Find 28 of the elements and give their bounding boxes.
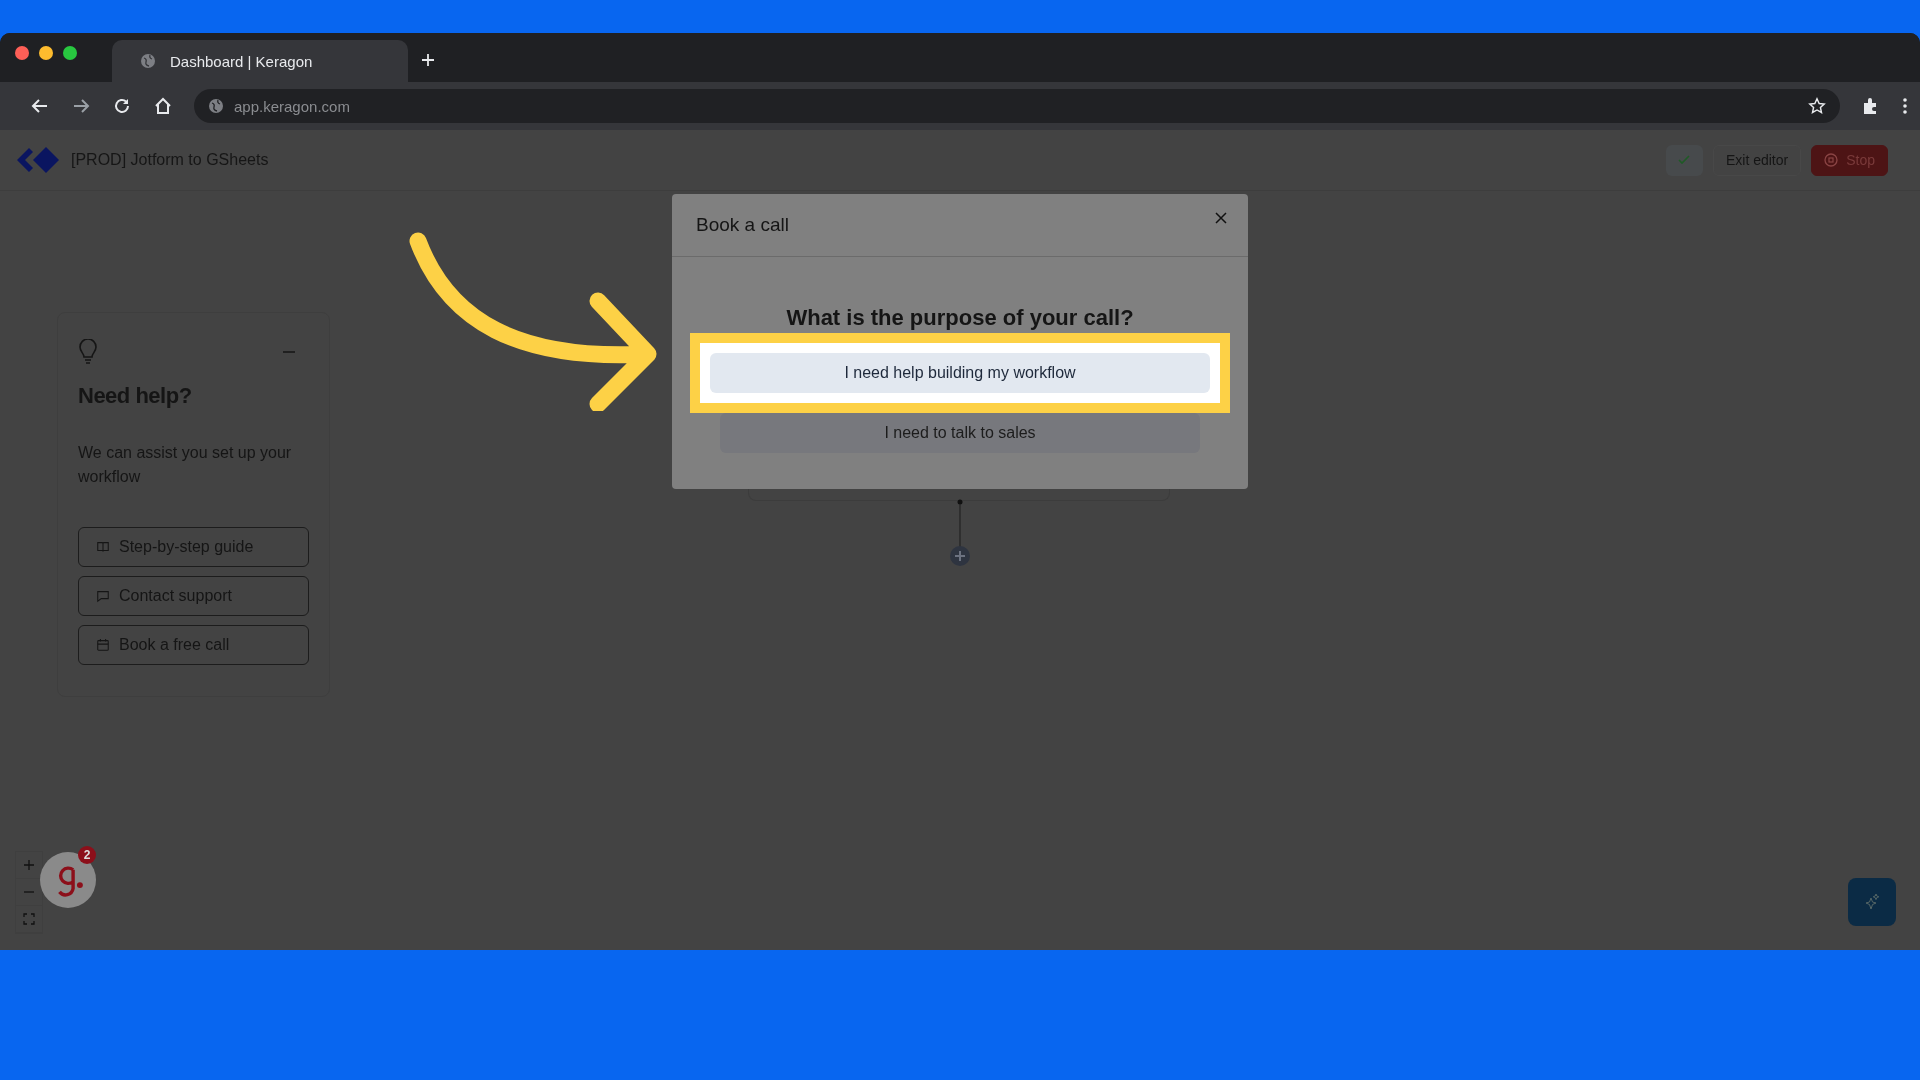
- checkmark-icon: [1677, 153, 1692, 167]
- assistant-avatar[interactable]: [40, 852, 96, 908]
- close-icon[interactable]: [1214, 211, 1228, 225]
- minimize-window-icon[interactable]: [39, 46, 53, 60]
- add-step-icon[interactable]: [950, 546, 970, 566]
- chat-bubble-icon: [96, 589, 110, 603]
- globe-icon: [208, 98, 224, 114]
- tab-title: Dashboard | Keragon: [170, 52, 313, 70]
- globe-icon: [140, 53, 156, 69]
- option-button[interactable]: I need help building my workflow: [710, 353, 1210, 393]
- stop-icon: [1824, 153, 1839, 167]
- new-tab-icon[interactable]: [420, 52, 436, 68]
- option-button[interactable]: I need to talk to sales: [720, 413, 1200, 453]
- lightbulb-icon: [78, 339, 98, 365]
- calendar-icon: [96, 638, 110, 652]
- close-window-icon[interactable]: [15, 46, 29, 60]
- menu-icon[interactable]: [1902, 96, 1908, 116]
- book-icon: [96, 540, 110, 554]
- dialog-title: Book a call: [696, 214, 789, 236]
- dialog-question: What is the purpose of your call?: [786, 305, 1134, 331]
- notification-badge: 2: [78, 846, 96, 864]
- address-bar[interactable]: app.keragon.com: [194, 89, 1840, 123]
- bookmark-star-icon[interactable]: [1808, 97, 1826, 115]
- logo-icon: [15, 146, 61, 174]
- home-icon[interactable]: [153, 96, 173, 116]
- browser-tab[interactable]: Dashboard | Keragon: [112, 40, 408, 82]
- maximize-window-icon[interactable]: [63, 46, 77, 60]
- reload-icon[interactable]: [112, 96, 132, 116]
